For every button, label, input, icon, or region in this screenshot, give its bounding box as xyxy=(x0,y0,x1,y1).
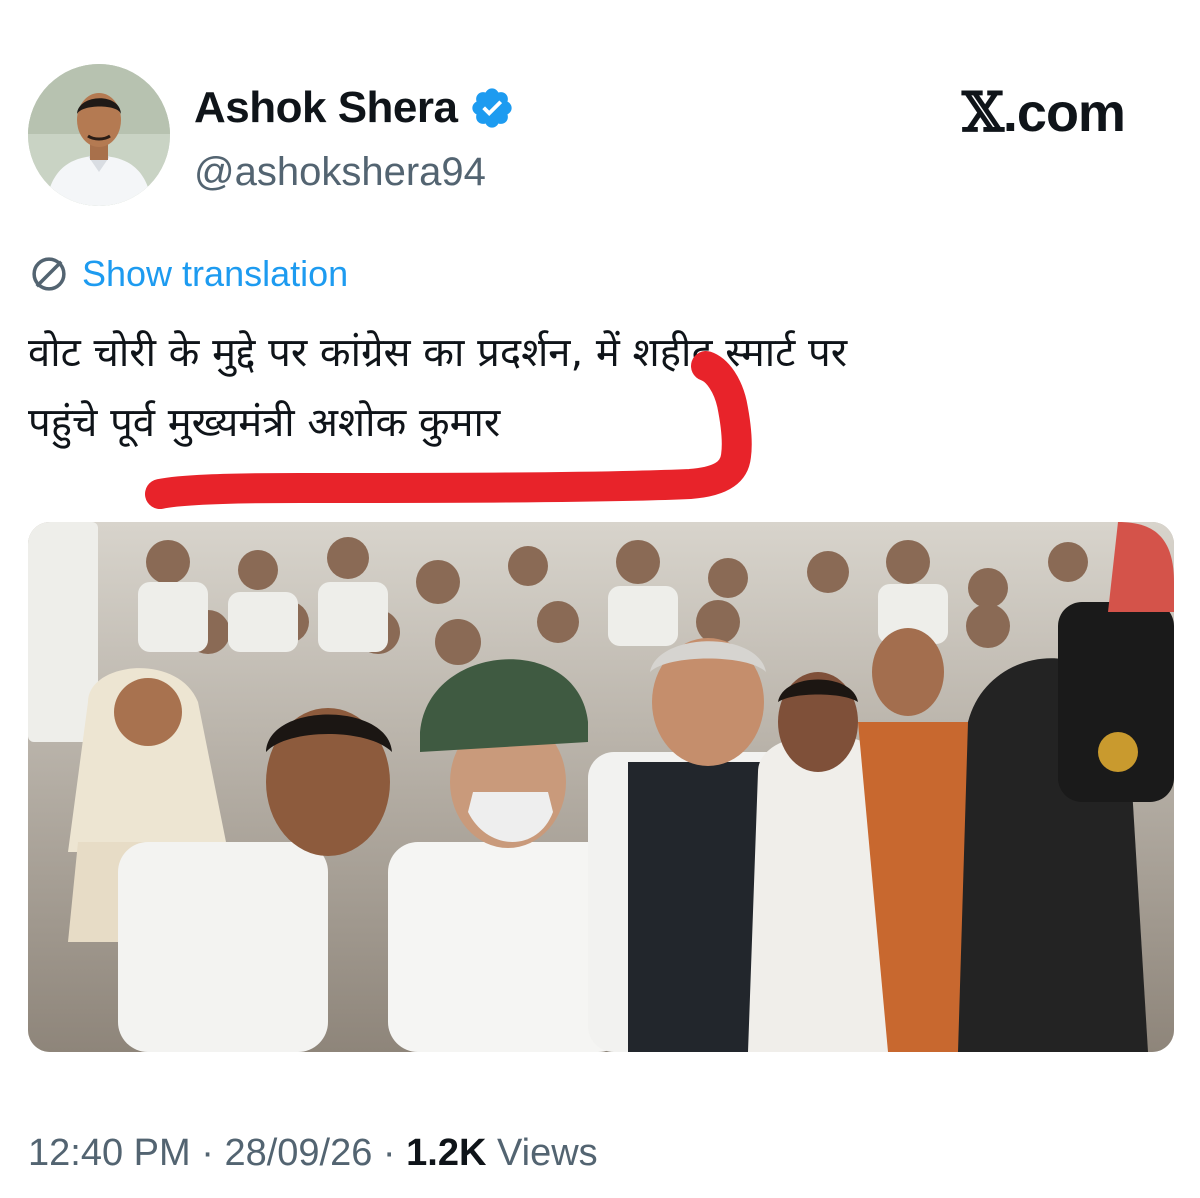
translation-row[interactable]: Show translation xyxy=(28,248,348,300)
site-badge-suffix: .com xyxy=(1002,83,1126,143)
meta-separator: · xyxy=(201,1132,214,1174)
views-label: Views xyxy=(496,1132,598,1174)
tweet-meta-row: 12:40 PM · 28/09/26 · 1.2K Views xyxy=(28,1128,598,1178)
author-display-name[interactable]: Ashok Shera xyxy=(194,80,458,136)
show-translation-link[interactable]: Show translation xyxy=(82,253,348,295)
views-count: 1.2K xyxy=(406,1132,487,1174)
site-badge: 𝕏.com xyxy=(962,80,1126,145)
x-logo-icon: 𝕏 xyxy=(962,80,1004,144)
globe-icon xyxy=(32,257,66,291)
tweet-photo[interactable] xyxy=(28,522,1174,1052)
author-name-row[interactable]: Ashok Shera xyxy=(194,80,515,136)
verified-badge-icon xyxy=(472,88,513,128)
crowd-photo-image xyxy=(28,522,1174,1052)
tweet-text-line: पहुंचे पूर्व मुख्यमंत्री अशोक कुमार xyxy=(28,400,501,446)
tweet-date[interactable]: 28/09/26 xyxy=(224,1132,372,1174)
tweet-text-line: वोट चोरी के मुद्दे पर कांग्रेस का प्रदर्… xyxy=(28,330,848,376)
avatar[interactable] xyxy=(28,64,170,206)
avatar-image xyxy=(28,64,170,206)
tweet-text: वोट चोरी के मुद्दे पर कांग्रेस का प्रदर्… xyxy=(28,318,1178,458)
meta-separator: · xyxy=(382,1132,396,1174)
author-handle[interactable]: @ashokshera94 xyxy=(194,146,486,198)
tweet-time[interactable]: 12:40 PM xyxy=(28,1132,191,1174)
